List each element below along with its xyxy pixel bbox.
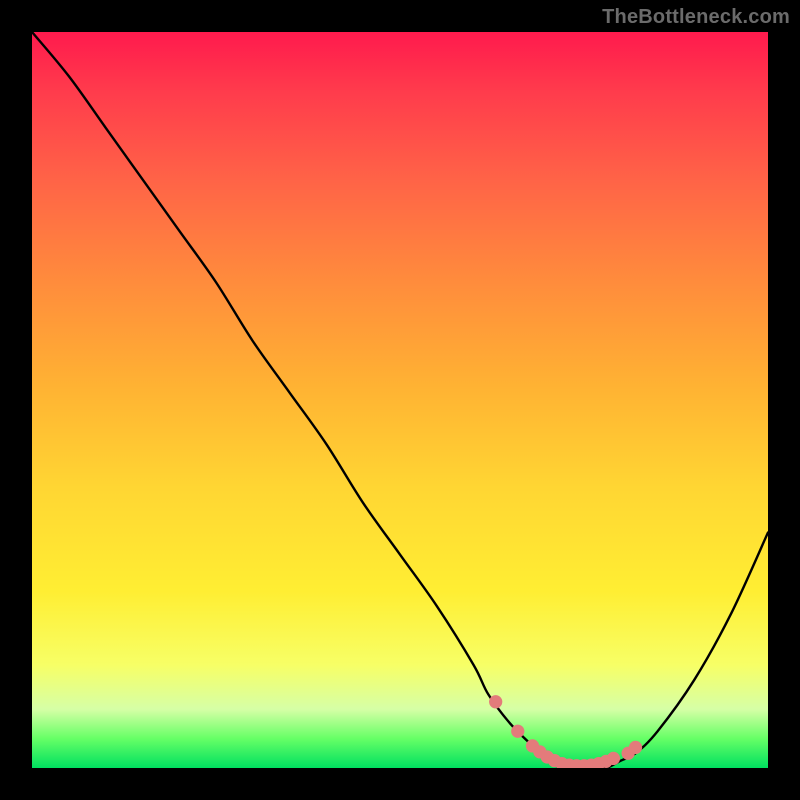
valley-dot bbox=[607, 752, 620, 765]
watermark-text: TheBottleneck.com bbox=[602, 6, 790, 29]
plot-area bbox=[32, 32, 768, 768]
bottleneck-curve-path bbox=[32, 32, 768, 768]
chart-frame: TheBottleneck.com bbox=[0, 0, 800, 800]
valley-dot bbox=[629, 741, 642, 754]
valley-dot bbox=[489, 695, 502, 708]
chart-svg bbox=[32, 32, 768, 768]
valley-dot bbox=[511, 725, 524, 738]
valley-dots-group bbox=[489, 695, 642, 768]
